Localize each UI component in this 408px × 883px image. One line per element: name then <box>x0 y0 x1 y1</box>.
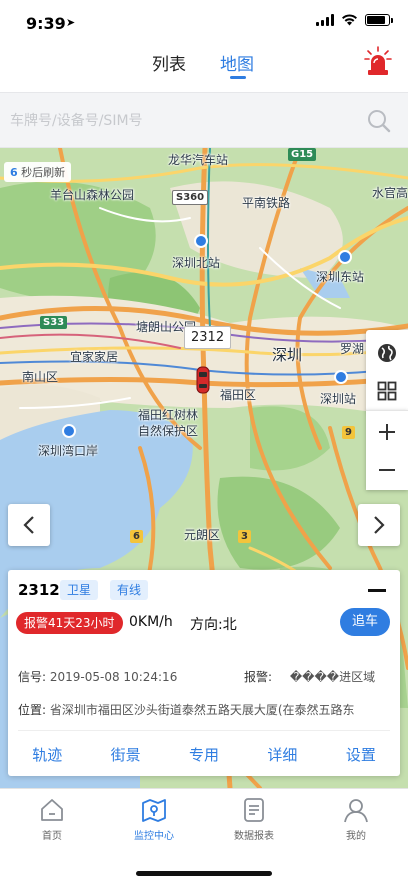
map-shield-s33: S33 <box>40 316 68 329</box>
chevron-right-icon <box>374 516 385 534</box>
map-tool-group <box>366 330 408 412</box>
tabbar-item-reports[interactable]: 数据报表 <box>214 797 294 842</box>
tabbar-item-profile[interactable]: 我的 <box>316 797 396 842</box>
map-label-shenzhen-east: 深圳东站 <box>316 270 365 284</box>
layers-grid-icon[interactable] <box>366 372 408 410</box>
cellular-signal-icon <box>316 14 334 26</box>
vehicle-speed: 0KM/h <box>129 614 173 630</box>
tabbar-item-home[interactable]: 首页 <box>12 797 92 842</box>
position-value: 省深圳市福田区沙头街道泰然五路天展大厦(在泰然五路东 <box>49 703 355 717</box>
map-shield-s360: S360 <box>172 190 209 205</box>
tabbar-label-home: 首页 <box>42 831 62 842</box>
collapse-icon[interactable] <box>368 589 386 592</box>
search-icon[interactable] <box>366 108 392 134</box>
position-row: 位置: 省深圳市福田区沙头街道泰然五路天展大厦(在泰然五路东 <box>18 701 394 718</box>
vehicle-heading: 方向:北 <box>190 617 237 633</box>
tabbar-label-profile: 我的 <box>346 831 366 842</box>
map-label-shenzhen-railway: 深圳站 <box>320 392 357 406</box>
tabbar-label-reports: 数据报表 <box>234 831 274 842</box>
alarm-value: ����进区域 <box>289 670 376 684</box>
map-shield-9: 9 <box>342 426 355 439</box>
report-icon <box>244 798 264 822</box>
vehicle-car-icon[interactable] <box>196 366 210 394</box>
station-marker <box>338 250 352 264</box>
zoom-out-icon[interactable] <box>366 451 408 489</box>
tab-map[interactable]: 地图 <box>220 50 254 75</box>
tab-list[interactable]: 列表 <box>152 50 186 75</box>
map-label-nanshan: 南山区 <box>22 370 59 384</box>
position-label: 位置: <box>18 703 47 717</box>
globe-icon[interactable] <box>366 334 408 372</box>
wifi-icon <box>342 14 357 26</box>
tab-active-indicator <box>230 76 246 79</box>
vehicle-info-card: 2312 卫星 有线 报警41天23小时 0KM/h 方向:北 追车 信号: 2… <box>8 570 400 776</box>
action-special[interactable]: 专用 <box>165 740 243 770</box>
map-label-pingnan: 平南铁路 <box>242 196 291 210</box>
home-indicator <box>136 871 272 876</box>
station-marker <box>194 234 208 248</box>
battery-icon <box>365 14 393 26</box>
map-label-futian: 福田区 <box>220 388 257 402</box>
map-label-shuiguan: 水官高 <box>372 186 408 200</box>
next-vehicle-button[interactable] <box>358 504 400 546</box>
map-shield-3: 3 <box>238 530 251 543</box>
map-label-mangrove-2: 自然保护区 <box>138 424 199 438</box>
alarm-row: 报警: ����进区域 <box>244 668 375 685</box>
map-label-yangtaishan: 羊台山森林公园 <box>50 188 135 202</box>
card-divider <box>18 730 390 731</box>
monitor-map-icon <box>142 799 166 822</box>
refresh-countdown: 6 秒后刷新 <box>4 162 72 182</box>
status-time: 9:39 <box>26 14 66 33</box>
chase-button[interactable]: 追车 <box>340 608 390 636</box>
station-marker <box>334 370 348 384</box>
tag-wired: 有线 <box>110 580 149 600</box>
action-settings[interactable]: 设置 <box>322 740 400 770</box>
tabbar-item-monitor[interactable]: 监控中心 <box>114 797 194 842</box>
card-actions: 轨迹 街景 专用 详细 设置 <box>8 740 400 770</box>
signal-value: 2019-05-08 10:24:16 <box>49 670 178 684</box>
status-icons <box>316 14 393 26</box>
map-label-shenzhen: 深圳 <box>272 346 303 364</box>
vehicle-label: 2312 <box>184 326 232 349</box>
signal-label: 信号: <box>18 670 47 684</box>
location-arrow-icon: ➤ <box>66 16 76 29</box>
station-marker <box>62 424 76 438</box>
map-label-mangrove: 福田红树林 <box>138 408 199 422</box>
user-icon <box>344 799 368 823</box>
home-icon <box>41 799 63 821</box>
search-bar <box>0 92 408 148</box>
map-shield-g15: G15 <box>288 148 317 161</box>
map-label-longhua-station: 龙华汽车站 <box>168 153 229 167</box>
map-label-shenzhen-bay: 深圳湾口岸 <box>38 444 99 458</box>
refresh-text: 秒后刷新 <box>21 166 66 179</box>
zoom-in-icon[interactable] <box>366 413 408 451</box>
map-label-shenzhen-north: 深圳北站 <box>172 256 221 270</box>
chevron-left-icon <box>23 516 34 534</box>
status-bar: 9:39 ➤ <box>0 0 408 44</box>
zoom-controls <box>366 410 408 490</box>
alarm-duration-badge: 报警41天23小时 <box>16 612 123 634</box>
bottom-tab-bar: 首页 监控中心 数据报表 我的 <box>0 788 408 883</box>
tabbar-label-monitor: 监控中心 <box>134 831 174 842</box>
signal-row: 信号: 2019-05-08 10:24:16 <box>18 668 177 685</box>
search-input[interactable] <box>10 103 370 139</box>
action-street-view[interactable]: 街景 <box>86 740 164 770</box>
alarm-siren-icon[interactable] <box>364 46 392 76</box>
tag-satellite: 卫星 <box>60 580 99 600</box>
action-detail[interactable]: 详细 <box>243 740 321 770</box>
action-track[interactable]: 轨迹 <box>8 740 86 770</box>
map-shield-6: 6 <box>130 530 143 543</box>
previous-vehicle-button[interactable] <box>8 504 50 546</box>
top-nav: 列表 地图 <box>0 44 408 88</box>
map-label-luohu: 罗湖 <box>340 342 365 356</box>
map-label-yuanlang: 元朗区 <box>184 528 221 542</box>
alarm-label: 报警: <box>244 670 273 684</box>
map-label-yijiajiaju: 宜家家居 <box>70 350 119 364</box>
vehicle-plate: 2312 <box>18 581 60 599</box>
refresh-seconds: 6 <box>10 166 18 179</box>
